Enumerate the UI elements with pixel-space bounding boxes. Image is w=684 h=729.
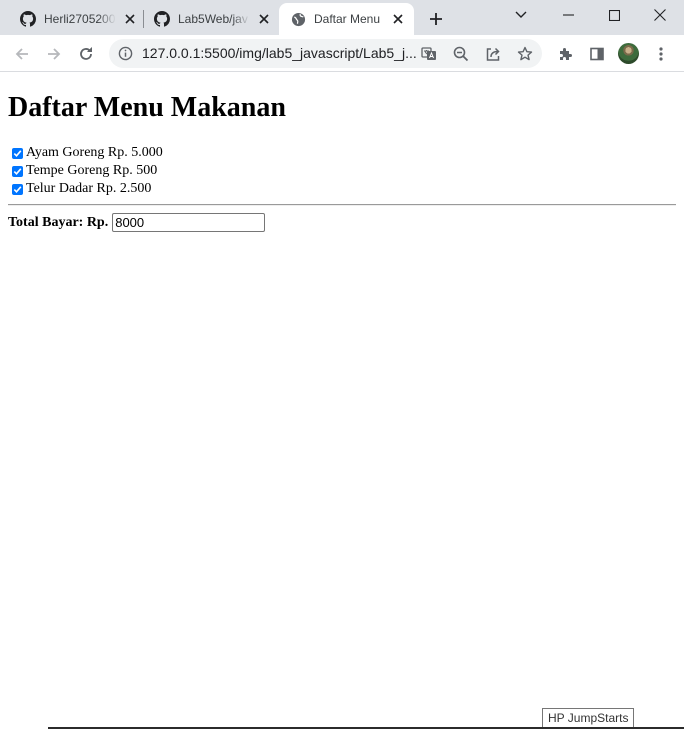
- checkbox-tempe-goreng[interactable]: [12, 165, 23, 177]
- close-icon[interactable]: [256, 11, 272, 27]
- close-icon[interactable]: [390, 11, 406, 27]
- minimize-button[interactable]: [545, 0, 591, 30]
- tab-title: Lab5Web/jav: [178, 12, 248, 26]
- close-icon[interactable]: [122, 11, 138, 27]
- zoom-out-icon[interactable]: [450, 43, 472, 65]
- menu-item-label: Ayam Goreng Rp. 5.000: [26, 145, 163, 160]
- url-text[interactable]: 127.0.0.1:5500/img/lab5_javascript/Lab5_…: [142, 45, 418, 62]
- address-bar[interactable]: 127.0.0.1:5500/img/lab5_javascript/Lab5_…: [109, 39, 542, 68]
- total-input[interactable]: [112, 213, 266, 232]
- checkmark-icon: [13, 185, 22, 193]
- close-window-button[interactable]: [637, 0, 683, 30]
- tab-strip: Herli2705200 Lab5Web/jav Daftar Menu: [0, 0, 684, 35]
- info-icon[interactable]: [117, 45, 134, 62]
- tab-lab5web[interactable]: Lab5Web/jav: [146, 3, 280, 35]
- globe-icon: [290, 11, 306, 27]
- total-label: Total Bayar: Rp.: [8, 214, 109, 230]
- back-button[interactable]: [8, 40, 36, 68]
- checkbox-ayam-goreng[interactable]: [12, 147, 23, 159]
- tab-title: Daftar Menu: [314, 12, 381, 26]
- checkmark-icon: [13, 149, 22, 157]
- tab-separator: [143, 10, 144, 28]
- arrow-right-icon: [48, 48, 61, 60]
- checkmark-icon: [13, 167, 22, 175]
- tab-daftar-menu[interactable]: Daftar Menu: [279, 3, 414, 35]
- more-vert-icon: [659, 47, 663, 61]
- side-panel-icon: [590, 47, 604, 61]
- github-icon: [154, 11, 170, 27]
- page-title: Daftar Menu Makanan: [8, 92, 286, 123]
- horizontal-rule: [8, 204, 676, 206]
- tab-herli[interactable]: Herli2705200: [12, 3, 146, 35]
- side-panel-button[interactable]: [583, 40, 611, 68]
- forward-button[interactable]: [40, 40, 68, 68]
- tab-search-button[interactable]: [498, 0, 544, 30]
- github-icon: [20, 11, 36, 27]
- menu-item-label: Telur Dadar Rp. 2.500: [26, 181, 152, 196]
- puzzle-icon: [560, 48, 572, 60]
- tooltip: HP JumpStarts: [542, 708, 635, 729]
- menu-item-label: Tempe Goreng Rp. 500: [26, 163, 158, 178]
- menu-item[interactable]: Ayam Goreng Rp. 5.000: [8, 144, 163, 162]
- profile-avatar[interactable]: [618, 43, 639, 64]
- maximize-button[interactable]: [591, 0, 637, 30]
- star-icon[interactable]: [514, 43, 536, 65]
- browser-window: Herli2705200 Lab5Web/jav Daftar Menu 127…: [0, 0, 684, 729]
- reload-button[interactable]: [72, 40, 100, 68]
- menu-item[interactable]: Telur Dadar Rp. 2.500: [8, 180, 163, 198]
- extensions-button[interactable]: [551, 40, 579, 68]
- share-icon[interactable]: [482, 43, 504, 65]
- checkbox-telur-dadar[interactable]: [12, 183, 23, 195]
- reload-icon: [80, 47, 92, 60]
- new-tab-button[interactable]: [425, 8, 447, 30]
- menu-button[interactable]: [647, 40, 675, 68]
- menu-item[interactable]: Tempe Goreng Rp. 500: [8, 162, 163, 180]
- menu-list: Ayam Goreng Rp. 5.000 Tempe Goreng Rp. 5…: [8, 144, 163, 198]
- tab-title: Herli2705200: [44, 12, 116, 26]
- browser-toolbar: 127.0.0.1:5500/img/lab5_javascript/Lab5_…: [0, 35, 684, 72]
- arrow-left-icon: [15, 48, 28, 60]
- total-row: Total Bayar: Rp.: [8, 213, 266, 232]
- translate-icon[interactable]: [418, 43, 440, 65]
- page-content: Daftar Menu Makanan Ayam Goreng Rp. 5.00…: [0, 72, 684, 729]
